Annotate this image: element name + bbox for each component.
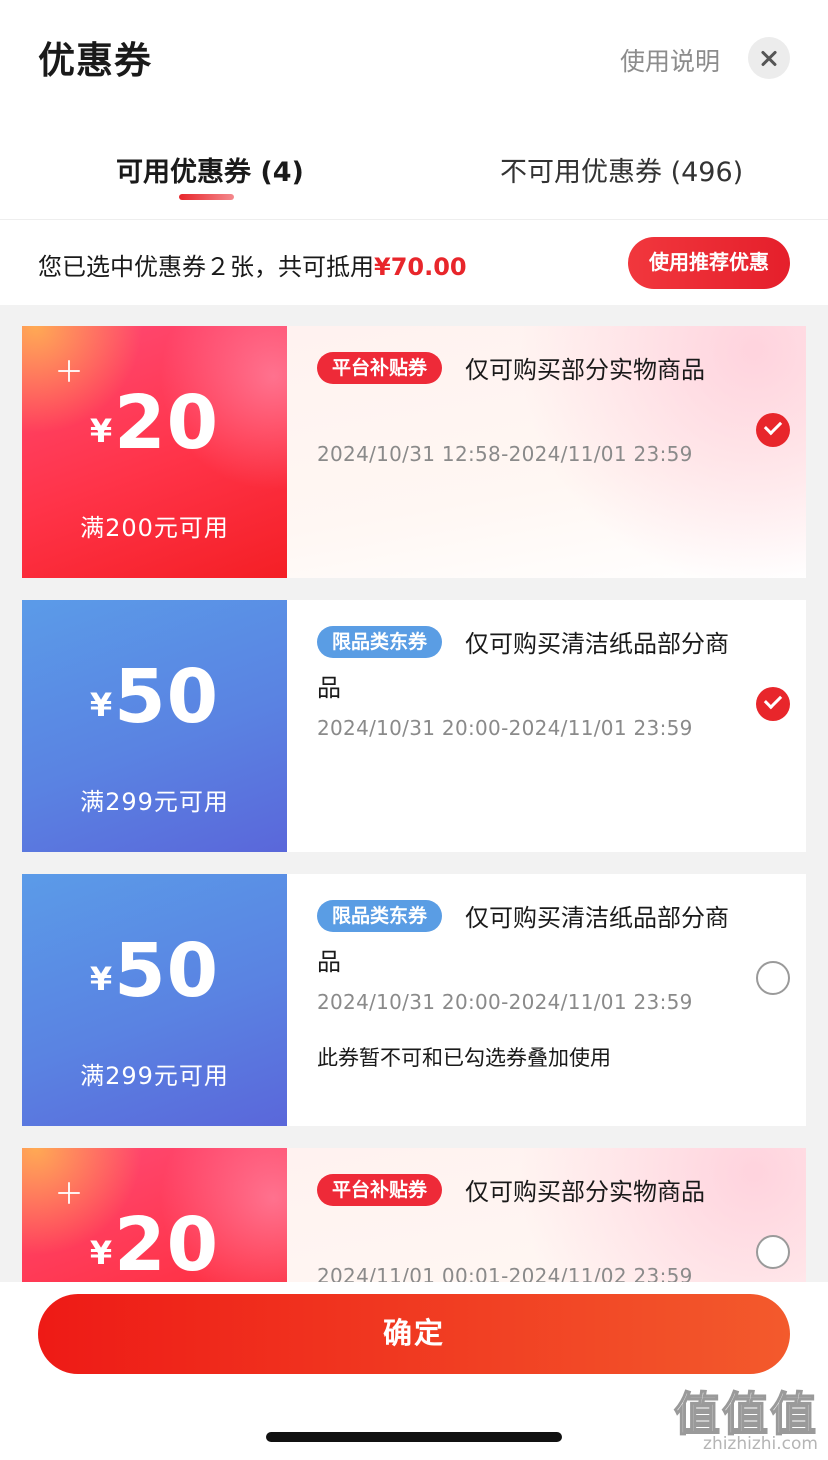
coupon-info-panel: 平台补贴券 仅可购买部分实物商品 2024/10/31 12:58-2024/1… <box>287 326 806 578</box>
coupon-description: 仅可购买清洁纸品部分商品 <box>317 904 729 976</box>
coupon-description: 仅可购买部分实物商品 <box>465 356 705 384</box>
coupon-info-panel: 限品类东券 仅可购买清洁纸品部分商品 2024/10/31 20:00-2024… <box>287 874 806 1126</box>
sparkle-icon <box>58 1182 80 1204</box>
currency-symbol: ¥ <box>89 686 113 724</box>
unchecked-icon[interactable] <box>756 961 790 995</box>
use-recommended-button[interactable]: 使用推荐优惠 <box>628 237 790 289</box>
coupon-card[interactable]: ¥20 满200元可用 平台补贴券 仅可购买部分实物商品 2024/10/31 … <box>22 326 806 578</box>
amount-value: 20 <box>114 380 220 466</box>
home-indicator <box>266 1432 562 1442</box>
checked-icon[interactable] <box>756 687 790 721</box>
selection-summary: 您已选中优惠券２张，共可抵用¥70.00 使用推荐优惠 <box>0 221 828 305</box>
active-tab-indicator <box>179 194 234 200</box>
coupon-validity: 2024/10/31 20:00-2024/11/01 23:59 <box>317 990 693 1014</box>
coupon-threshold: 满200元可用 <box>80 514 229 542</box>
tab-unavailable[interactable]: 不可用优惠券 (496) <box>500 150 743 189</box>
coupon-value-panel: ¥20 <box>22 1148 287 1282</box>
currency-symbol: ¥ <box>89 412 113 450</box>
page-title: 优惠券 <box>38 39 152 82</box>
unchecked-icon[interactable] <box>756 1235 790 1269</box>
coupon-threshold: 满299元可用 <box>80 1062 229 1090</box>
amount-value: 50 <box>114 928 220 1014</box>
coupon-card[interactable]: ¥20 平台补贴券 仅可购买部分实物商品 2024/11/01 00:01-20… <box>22 1148 806 1282</box>
bottom-bar: 确定 值值值 zhizhizhi.com <box>0 1282 828 1460</box>
usage-instructions-link[interactable]: 使用说明 <box>620 42 720 78</box>
coupon-info-panel: 平台补贴券 仅可购买部分实物商品 2024/11/01 00:01-2024/1… <box>287 1148 806 1282</box>
summary-amount: ¥70.00 <box>374 253 467 281</box>
coupon-value-panel: ¥50 满299元可用 <box>22 600 287 852</box>
coupon-validity: 2024/11/01 00:01-2024/11/02 23:59 <box>317 1264 693 1282</box>
currency-symbol: ¥ <box>89 960 113 998</box>
coupon-threshold: 满299元可用 <box>80 788 229 816</box>
coupon-value-panel: ¥50 满299元可用 <box>22 874 287 1126</box>
coupon-info-panel: 限品类东券 仅可购买清洁纸品部分商品 2024/10/31 20:00-2024… <box>287 600 806 852</box>
coupon-amount: ¥50 <box>22 928 287 1014</box>
tab-available[interactable]: 可用优惠券 (4) <box>116 150 304 189</box>
amount-value: 20 <box>114 1202 220 1282</box>
coupon-tabs: 可用优惠券 (4) 不可用优惠券 (496) <box>0 110 828 220</box>
summary-label: 您已选中优惠券２张，共可抵用 <box>38 253 374 281</box>
coupon-validity: 2024/10/31 12:58-2024/11/01 23:59 <box>317 442 693 466</box>
confirm-button[interactable]: 确定 <box>38 1294 790 1374</box>
coupon-validity: 2024/10/31 20:00-2024/11/01 23:59 <box>317 716 693 740</box>
summary-text: 您已选中优惠券２张，共可抵用¥70.00 <box>38 247 467 282</box>
sheet-header: 优惠券 使用说明 <box>0 0 828 110</box>
coupon-amount: ¥20 <box>22 380 287 466</box>
coupon-card[interactable]: ¥50 满299元可用 限品类东券 仅可购买清洁纸品部分商品 2024/10/3… <box>22 600 806 852</box>
coupon-description: 仅可购买部分实物商品 <box>465 1178 705 1206</box>
watermark-url: zhizhizhi.com <box>703 1434 818 1454</box>
checked-icon[interactable] <box>756 413 790 447</box>
coupon-card[interactable]: ¥50 满299元可用 限品类东券 仅可购买清洁纸品部分商品 2024/10/3… <box>22 874 806 1126</box>
coupon-amount: ¥20 <box>22 1202 287 1282</box>
stacking-warning: 此券暂不可和已勾选券叠加使用 <box>317 1046 611 1070</box>
close-icon[interactable] <box>748 37 790 79</box>
amount-value: 50 <box>114 654 220 740</box>
coupon-description: 仅可购买清洁纸品部分商品 <box>317 630 729 702</box>
sparkle-icon <box>58 360 80 382</box>
currency-symbol: ¥ <box>89 1234 113 1272</box>
coupon-list[interactable]: ¥20 满200元可用 平台补贴券 仅可购买部分实物商品 2024/10/31 … <box>0 305 828 1282</box>
coupon-value-panel: ¥20 满200元可用 <box>22 326 287 578</box>
coupon-amount: ¥50 <box>22 654 287 740</box>
